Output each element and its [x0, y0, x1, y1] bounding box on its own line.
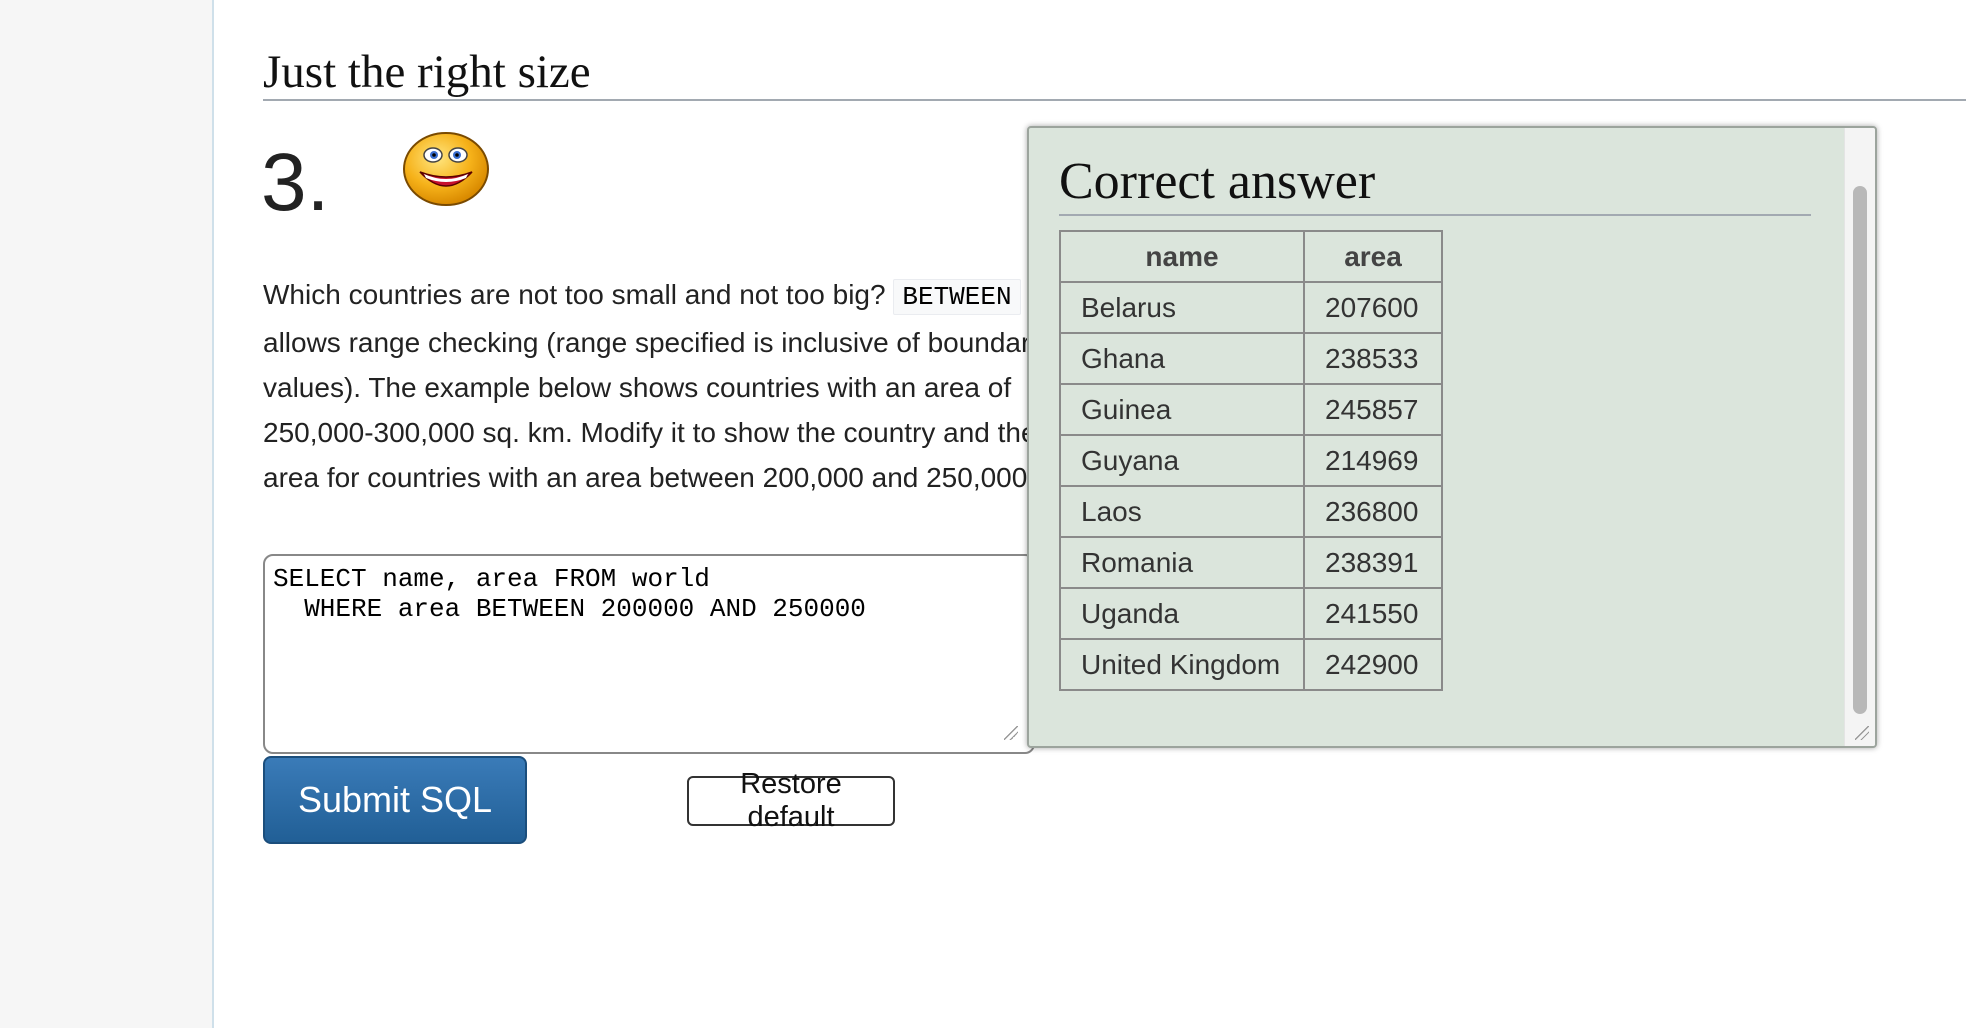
smiley-face-icon	[403, 132, 489, 206]
question-text: Which countries are not too small and no…	[263, 272, 1053, 500]
cell-area: 242900	[1303, 638, 1443, 691]
question-text-end: allows range checking (range specified i…	[263, 327, 1045, 493]
cell-area: 241550	[1303, 587, 1443, 640]
cell-area: 236800	[1303, 485, 1443, 538]
restore-default-button[interactable]: Restore default	[687, 768, 895, 833]
table-header-row: name area	[1059, 230, 1443, 283]
cell-name: Belarus	[1059, 281, 1305, 334]
column-header-name: name	[1059, 230, 1305, 283]
cell-area: 214969	[1303, 434, 1443, 487]
answer-title: Correct answer	[1059, 153, 1376, 210]
submit-sql-button[interactable]: Submit SQL	[263, 756, 527, 844]
left-sidebar	[0, 0, 214, 1028]
cell-name: Laos	[1059, 485, 1305, 538]
panel-resize-handle[interactable]	[1855, 726, 1869, 740]
cell-area: 245857	[1303, 383, 1443, 436]
cell-name: Guyana	[1059, 434, 1305, 487]
cell-area: 207600	[1303, 281, 1443, 334]
cell-name: Guinea	[1059, 383, 1305, 436]
answer-scrollbar[interactable]	[1844, 128, 1875, 746]
table-row: Guyana 214969	[1059, 434, 1443, 487]
between-keyword: BETWEEN	[893, 279, 1021, 315]
title-divider	[263, 99, 1966, 101]
question-text-start: Which countries are not too small and no…	[263, 279, 894, 310]
answer-title-divider	[1059, 214, 1811, 216]
cell-name: United Kingdom	[1059, 638, 1305, 691]
question-number: 3.	[261, 137, 330, 228]
table-row: Uganda 241550	[1059, 587, 1443, 640]
table-row: Guinea 245857	[1059, 383, 1443, 436]
cell-name: Ghana	[1059, 332, 1305, 385]
cell-area: 238533	[1303, 332, 1443, 385]
table-row: Romania 238391	[1059, 536, 1443, 589]
page-title: Just the right size	[263, 46, 591, 98]
answer-scrollbar-thumb[interactable]	[1853, 186, 1867, 714]
editor-resize-handle[interactable]	[1004, 726, 1018, 740]
main-content: Just the right size 3. Which countries a…	[214, 0, 1966, 1028]
table-row: Ghana 238533	[1059, 332, 1443, 385]
cell-name: Romania	[1059, 536, 1305, 589]
table-row: Laos 236800	[1059, 485, 1443, 538]
correct-answer-panel: Correct answer name area Belarus 207600 …	[1027, 126, 1877, 748]
table-row: Belarus 207600	[1059, 281, 1443, 334]
column-header-area: area	[1303, 230, 1443, 283]
answer-table: name area Belarus 207600 Ghana 238533 Gu…	[1059, 230, 1443, 691]
sql-editor[interactable]: SELECT name, area FROM world WHERE area …	[263, 554, 1035, 754]
cell-name: Uganda	[1059, 587, 1305, 640]
table-row: United Kingdom 242900	[1059, 638, 1443, 691]
cell-area: 238391	[1303, 536, 1443, 589]
